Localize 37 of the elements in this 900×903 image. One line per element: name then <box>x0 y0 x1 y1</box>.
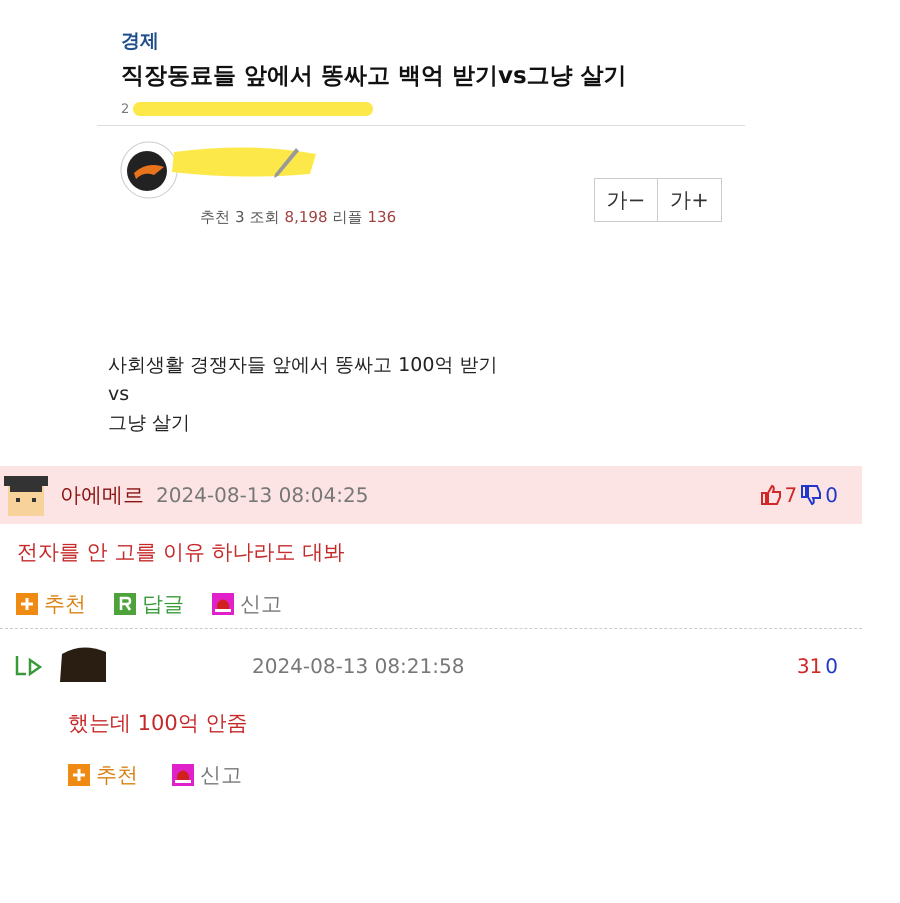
post-title: 직장동료들 앞에서 똥싸고 백억 받기vs그냥 살기 <box>121 62 628 91</box>
avatar-icon <box>120 141 178 199</box>
stat-label: 조회 <box>250 208 280 227</box>
upvote-count: 7 <box>784 483 798 507</box>
siren-icon <box>172 764 194 786</box>
body-text: 사회생활 경쟁자들 앞에서 똥싸고 100억 받기 <box>108 353 498 378</box>
comment-time: 2024-08-13 08:21:58 <box>252 654 464 678</box>
font-size-button[interactable]: 가− <box>594 178 658 222</box>
plus-icon <box>16 593 38 615</box>
upvote-count: 31 <box>796 654 822 678</box>
comment-time: 2024-08-13 08:04:25 <box>156 483 368 507</box>
thumbs-up-icon[interactable] <box>760 484 782 506</box>
stat-label: 추천 <box>200 208 230 227</box>
stat-value: 8,198 <box>284 208 328 227</box>
body-text: vs <box>108 382 130 407</box>
comment-action[interactable]: 추천 <box>96 761 138 789</box>
comment-action[interactable]: 추천 <box>44 590 86 618</box>
comment-text: 전자를 안 고를 이유 하나라도 대봐 <box>16 539 346 566</box>
comment-action[interactable]: 신고 <box>240 590 282 618</box>
reply-arrow-icon <box>14 654 44 678</box>
plus-icon <box>68 764 90 786</box>
siren-icon <box>212 593 234 615</box>
stat-label: 리플 <box>332 208 362 227</box>
downvote-count: 0 <box>825 654 838 678</box>
category-label[interactable]: 경제 <box>121 28 745 54</box>
comment-action[interactable]: 신고 <box>200 761 242 789</box>
comment-text: 했는데 100억 안줌 <box>67 710 248 737</box>
comment-author[interactable]: 아에메르 <box>60 481 144 509</box>
stat-value: 3 <box>235 208 245 227</box>
thumbs-down-icon[interactable] <box>800 484 822 506</box>
comment-action[interactable]: 답글 <box>142 590 184 618</box>
stat-value: 136 <box>368 208 396 227</box>
post-date: 2 <box>121 102 130 116</box>
downvote-count: 0 <box>825 483 838 507</box>
font-size-button[interactable]: 가+ <box>658 178 722 222</box>
reply-icon <box>114 593 136 615</box>
body-text: 그냥 살기 <box>108 411 192 436</box>
